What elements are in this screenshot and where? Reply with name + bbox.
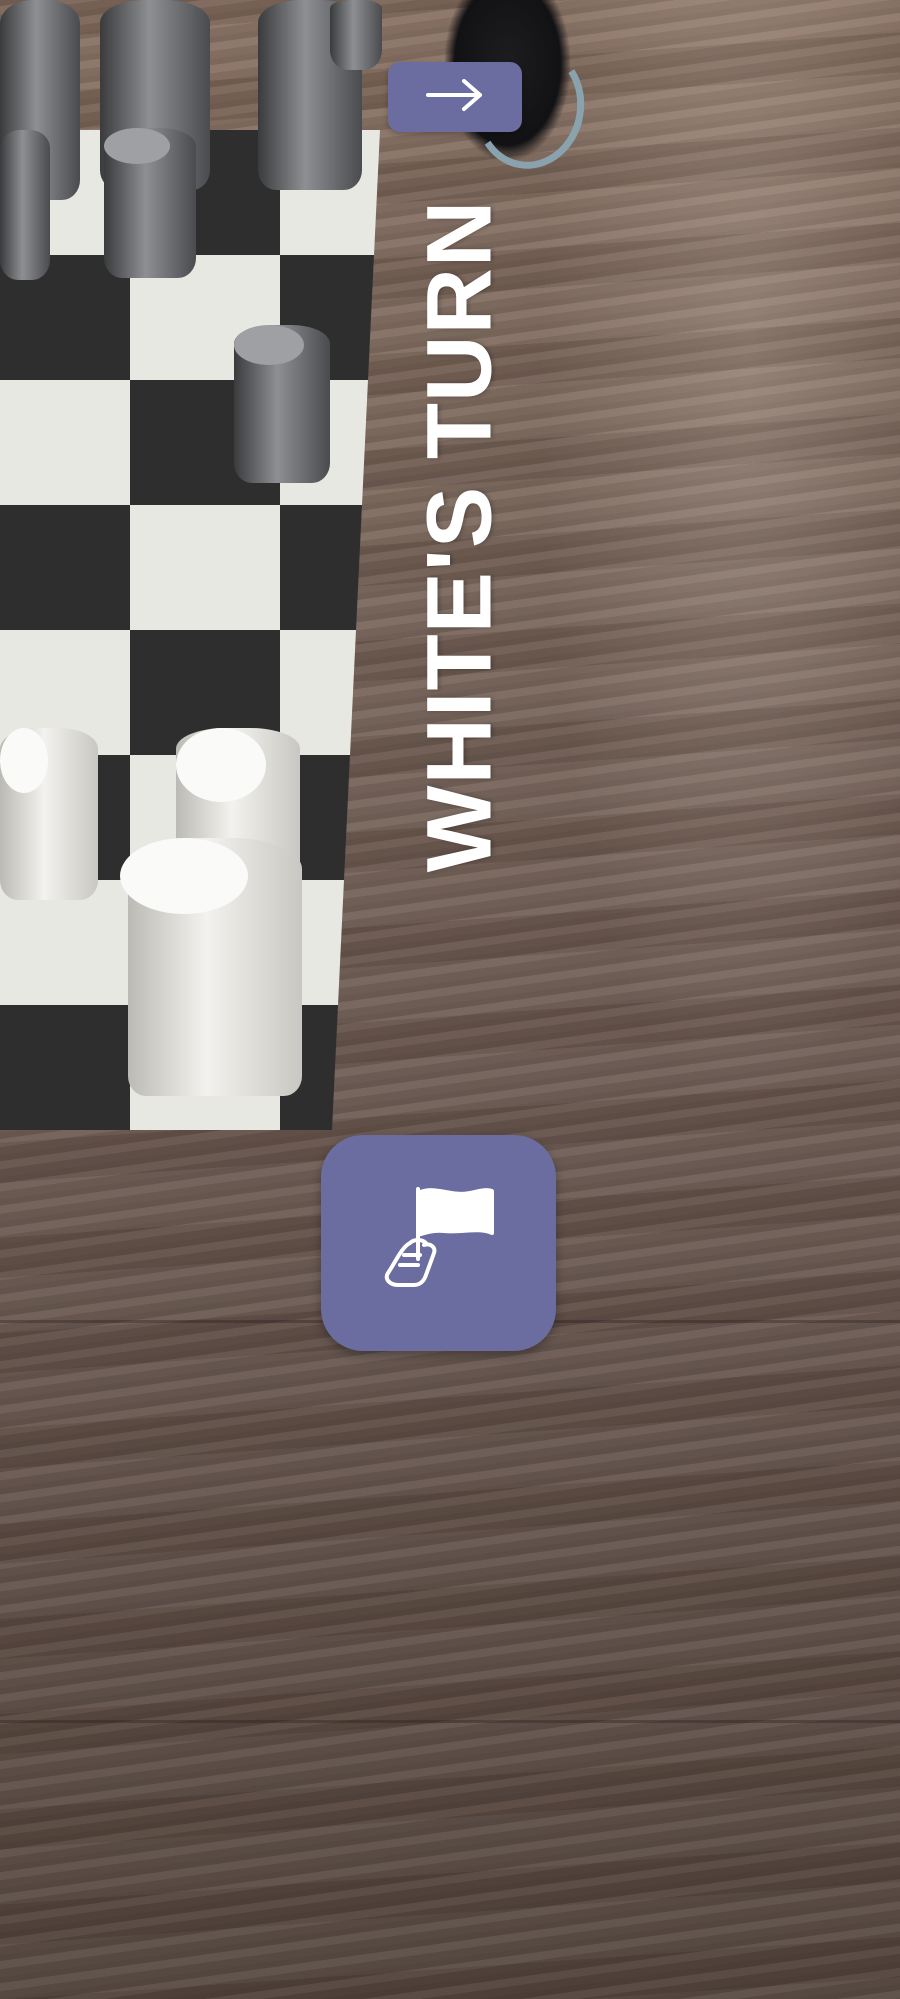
white-king-cross-top	[120, 838, 248, 914]
floor-light-reflection	[520, 0, 900, 1200]
white-pawn-top	[176, 728, 266, 802]
turn-indicator: WHITE'S TURN	[408, 199, 511, 873]
black-piece[interactable]	[330, 0, 382, 70]
floor-board-seam	[0, 1720, 900, 1723]
next-button[interactable]	[388, 62, 522, 132]
white-pawn-top	[0, 728, 48, 793]
hand-white-flag-icon	[374, 1181, 504, 1306]
resign-button[interactable]	[321, 1135, 556, 1351]
black-pawn-top	[234, 325, 304, 365]
black-piece[interactable]	[0, 130, 50, 280]
black-pawn-top	[104, 128, 170, 164]
arrow-right-icon	[424, 78, 486, 117]
